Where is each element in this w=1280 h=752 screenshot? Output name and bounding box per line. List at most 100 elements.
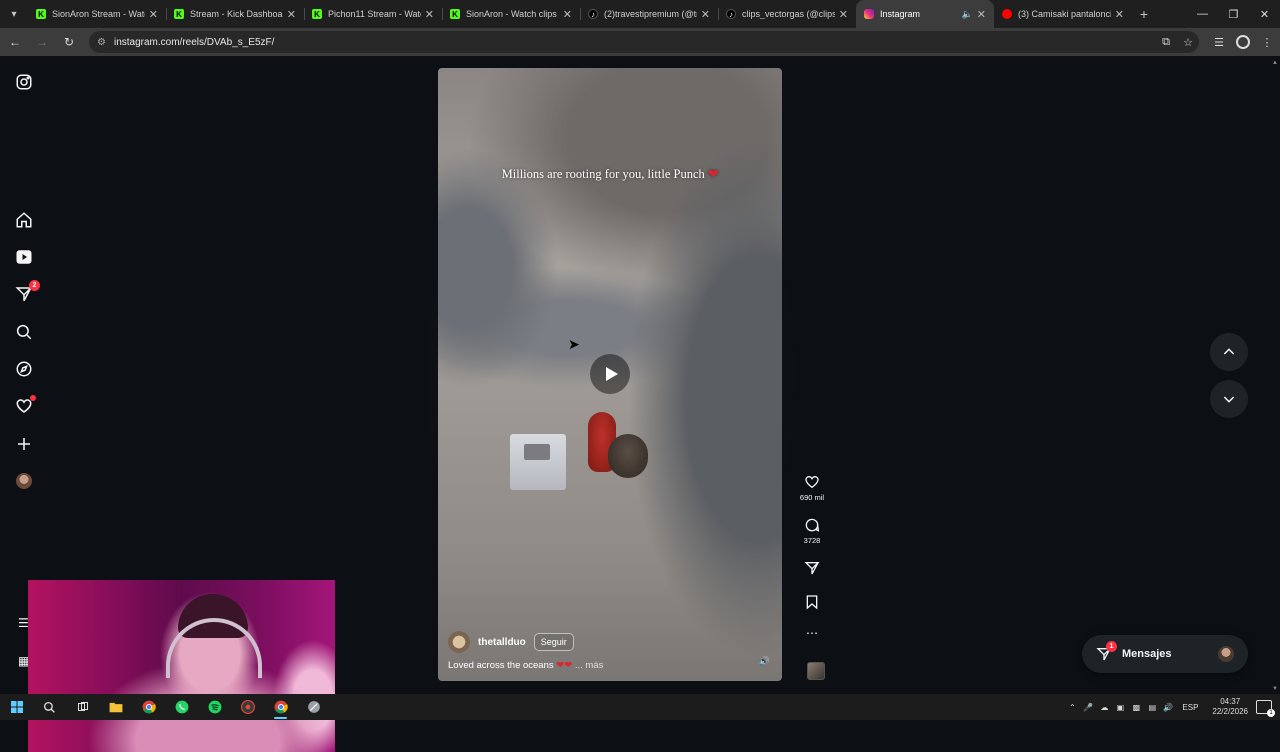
reel-actions: 690 mil 3728 ⋯ (796, 56, 828, 694)
tab-6-active[interactable]: Instagram 🔈 ✕ (856, 0, 994, 28)
close-window-icon[interactable]: ✕ (1249, 0, 1280, 28)
tab-7[interactable]: (3) Camisaki pantaloncito ✕ (994, 0, 1132, 28)
reel-video[interactable]: Millions are rooting for you, little Pun… (438, 68, 782, 681)
home-icon[interactable] (14, 210, 34, 230)
save-button[interactable] (796, 594, 828, 610)
page-scrollbar[interactable]: ▲ ▼ (1270, 56, 1280, 694)
forward-icon[interactable]: → (30, 30, 54, 54)
close-tab-icon[interactable]: ✕ (701, 8, 710, 21)
scroll-down-icon[interactable]: ▼ (1272, 686, 1278, 692)
search-icon[interactable] (14, 322, 34, 342)
chrome-alt-icon[interactable] (231, 694, 264, 720)
reload-icon[interactable]: ↻ (57, 30, 81, 54)
language-indicator[interactable]: ESP (1182, 703, 1198, 712)
follow-button[interactable]: Seguir (533, 633, 574, 651)
scroll-up-icon[interactable]: ▲ (1272, 60, 1278, 66)
windows-start-icon[interactable] (0, 694, 33, 720)
play-button[interactable] (590, 354, 630, 394)
file-explorer-icon[interactable] (99, 694, 132, 720)
close-tab-icon[interactable]: ✕ (977, 8, 986, 21)
network-icon[interactable]: ▤ (1144, 703, 1160, 712)
close-tab-icon[interactable]: ✕ (287, 8, 296, 21)
conversation-avatar (1218, 646, 1234, 662)
media-control-icon[interactable]: ☰ (1207, 30, 1231, 54)
tab-2[interactable]: K Pichon11 Stream - Watch ✕ (304, 0, 442, 28)
microphone-icon[interactable]: 🎤 (1080, 703, 1096, 712)
tab-0[interactable]: K SionAron Stream - Watch ✕ (28, 0, 166, 28)
back-icon[interactable]: ← (3, 30, 27, 54)
next-reel-button[interactable] (1210, 380, 1248, 418)
chrome-active-icon[interactable] (264, 694, 297, 720)
tab-title: SionAron Stream - Watch (52, 9, 145, 19)
whatsapp-icon[interactable] (165, 694, 198, 720)
author-username[interactable]: thetallduo (478, 637, 526, 648)
notifications-heart-icon[interactable] (14, 395, 36, 416)
mouse-cursor-icon: ➤ (568, 336, 580, 352)
instagram-icon (864, 9, 874, 19)
new-tab-button[interactable]: + (1132, 0, 1156, 28)
author-avatar[interactable] (448, 631, 470, 653)
kick-icon: K (36, 9, 46, 19)
display-icon[interactable]: ▩ (1128, 703, 1144, 712)
kick-icon: K (312, 9, 322, 19)
close-tab-icon[interactable]: ✕ (563, 8, 572, 21)
minimize-icon[interactable]: — (1187, 0, 1218, 28)
tab-search-icon[interactable]: ▾ (0, 0, 28, 28)
chrome-icon[interactable] (132, 694, 165, 720)
profile-icon[interactable] (1236, 35, 1250, 49)
volume-icon[interactable]: 🔊 (759, 656, 770, 667)
app-icon[interactable] (297, 694, 330, 720)
restore-icon[interactable]: ❐ (1218, 0, 1249, 28)
create-plus-icon[interactable] (14, 434, 34, 454)
description-text: Loved across the oceans (448, 660, 554, 671)
close-tab-icon[interactable]: ✕ (149, 8, 158, 21)
messages-button[interactable]: 1 Mensajes (1082, 635, 1248, 673)
close-tab-icon[interactable]: ✕ (1115, 8, 1124, 21)
task-view-icon[interactable] (66, 694, 99, 720)
close-tab-icon[interactable]: ✕ (425, 8, 434, 21)
instagram-logo-icon[interactable] (14, 72, 34, 92)
messages-count-badge: 1 (1106, 641, 1117, 652)
messages-icon[interactable]: 2 (14, 280, 40, 304)
reel-description: Loved across the oceans ❤❤ ... más (448, 660, 603, 671)
tab-5[interactable]: ♪ clips_vectorgas (@clips_ ✕ (718, 0, 856, 28)
reels-icon[interactable] (14, 247, 34, 267)
share-icon (804, 562, 820, 575)
url-text: instagram.com/reels/DVAb_s_E5zF/ (113, 36, 275, 48)
comment-count: 3728 (803, 536, 821, 545)
comment-button[interactable]: 3728 (796, 517, 828, 545)
close-tab-icon[interactable]: ✕ (839, 8, 848, 21)
hearts-emoji-icon: ❤❤ (556, 660, 573, 671)
notification-center-icon[interactable]: 1 (1256, 700, 1275, 717)
baby-monkey (608, 434, 648, 478)
tab-title: clips_vectorgas (@clips_ (742, 9, 835, 19)
install-app-icon[interactable]: ⧉ (1155, 36, 1177, 49)
tab-3[interactable]: K SionAron - Watch clips on ✕ (442, 0, 580, 28)
spotify-icon[interactable] (198, 694, 231, 720)
like-button[interactable]: 690 mil (796, 474, 828, 502)
tab-1[interactable]: K Stream - Kick Dashboard ✕ (166, 0, 304, 28)
bookmark-star-icon[interactable]: ☆ (1177, 36, 1199, 49)
clock[interactable]: 04:37 22/2/2026 (1212, 697, 1248, 717)
tab-title: (2)travestipremium (@tra (604, 9, 697, 19)
search-taskbar-icon[interactable] (33, 694, 66, 720)
menu-kebab-icon[interactable]: ⋮ (1255, 30, 1279, 54)
show-hidden-icons-icon[interactable]: ⌃ (1064, 703, 1080, 712)
instagram-page: 2 ☰ ▦ Millions are rooting for you, litt… (0, 56, 1270, 752)
tab-title: Instagram (880, 9, 921, 19)
previous-reel-button[interactable] (1210, 333, 1248, 371)
url-input[interactable]: ⚙ instagram.com/reels/DVAb_s_E5zF/ ⧉ ☆ (89, 31, 1199, 53)
explore-compass-icon[interactable] (14, 359, 34, 379)
more-link[interactable]: ... más (575, 660, 604, 671)
profile-avatar[interactable] (14, 471, 34, 491)
more-options-icon[interactable]: ⋯ (796, 626, 828, 640)
audio-thumbnail[interactable] (807, 662, 825, 680)
speaker-icon[interactable]: 🔈 (962, 9, 973, 20)
cloud-icon[interactable]: ☁ (1096, 703, 1112, 712)
avatar (16, 473, 32, 489)
share-button[interactable] (796, 560, 828, 576)
tab-4[interactable]: ♪ (2)travestipremium (@tra ✕ (580, 0, 718, 28)
volume-tray-icon[interactable]: 🔊 (1160, 703, 1176, 712)
site-info-icon[interactable]: ⚙ (97, 37, 106, 48)
app-tray-icon[interactable]: ▣ (1112, 703, 1128, 712)
